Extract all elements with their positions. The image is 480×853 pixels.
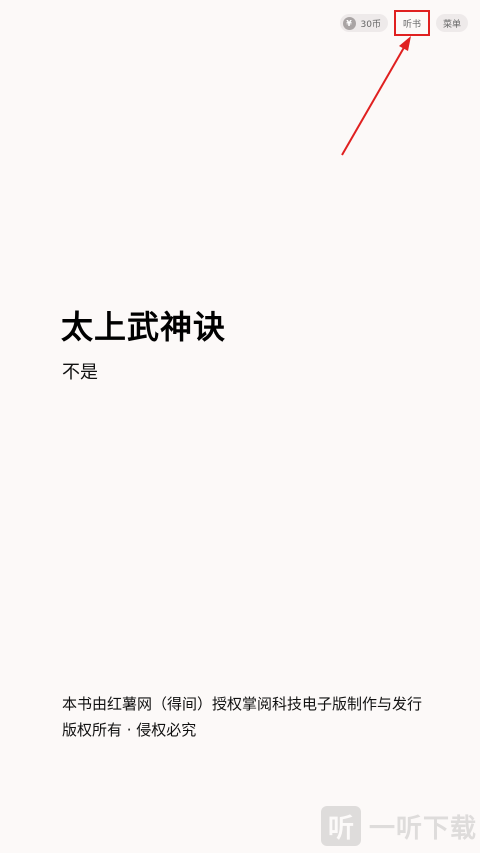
- copyright-statement: 本书由红薯网（得间）授权掌阅科技电子版制作与发行: [62, 695, 423, 713]
- watermark-text: 一听下载: [369, 813, 478, 844]
- reader-top-toolbar: ¥ 30币 听书 菜单: [339, 10, 468, 36]
- watermark-logo-icon: 听: [321, 806, 361, 846]
- watermark: 听 一听下载: [321, 806, 477, 846]
- copyright-rights: 版权所有 · 侵权必究: [62, 721, 197, 739]
- book-author: 不是: [62, 362, 98, 383]
- listen-highlight-box: 听书: [393, 10, 430, 36]
- menu-button[interactable]: 菜单: [435, 14, 468, 32]
- coin-balance-button[interactable]: ¥ 30币: [339, 14, 388, 32]
- menu-label: 菜单: [442, 19, 461, 30]
- listen-book-label: 听书: [402, 19, 421, 30]
- listen-book-button[interactable]: 听书: [399, 14, 425, 32]
- book-title: 太上武神诀: [61, 308, 227, 346]
- coin-icon: ¥: [342, 16, 356, 30]
- copyright-notice: 本书由红薯网（得间）授权掌阅科技电子版制作与发行 版权所有 · 侵权必究: [62, 692, 432, 742]
- coin-balance-label: 30币: [360, 19, 381, 30]
